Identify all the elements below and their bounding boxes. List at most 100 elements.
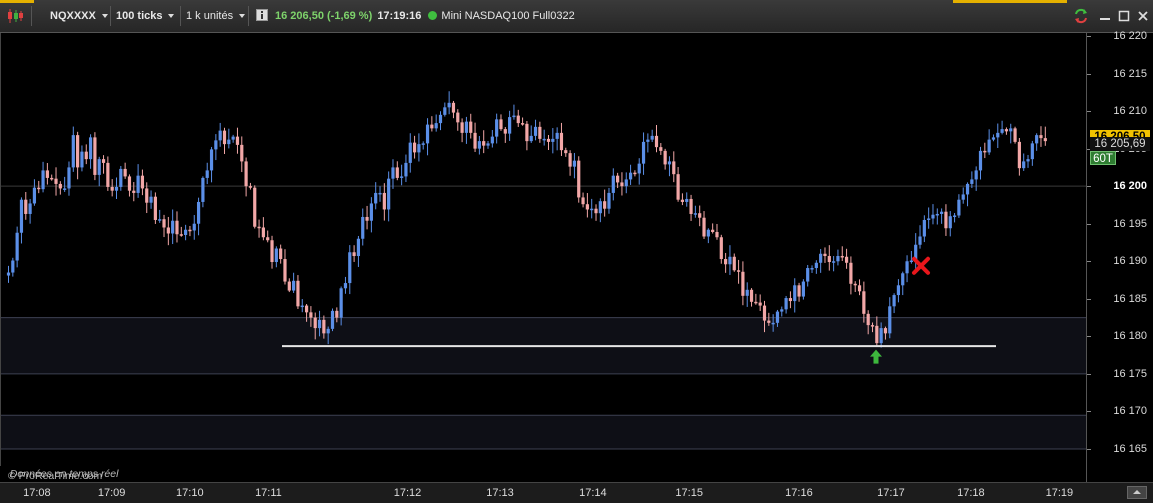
status-dot-icon	[428, 10, 441, 22]
candle-up	[97, 159, 101, 175]
symbol-selector[interactable]: NQXXXX	[50, 6, 108, 26]
time-axis[interactable]: 17:08 17:09 17:10 17:11 17:12 17:13 17:14 17:15…	[0, 482, 1153, 503]
candle-down	[749, 289, 754, 302]
price-chart[interactable]	[0, 33, 1086, 466]
candle-up	[948, 216, 952, 229]
candle-up	[667, 161, 672, 165]
chart-footer: © ProRealTime.com Données en temps réel	[0, 466, 1086, 482]
time-tick-label: 17:16	[785, 487, 813, 499]
candle-down	[1039, 135, 1043, 139]
candle-down	[132, 190, 136, 193]
candle-up	[1000, 129, 1004, 133]
candle-up	[326, 328, 330, 334]
candle-down	[106, 162, 110, 187]
candle-up	[745, 289, 749, 296]
candle-up	[317, 319, 322, 329]
candle-down	[365, 216, 369, 221]
candle-up	[590, 208, 594, 211]
chevron-down-icon	[239, 14, 246, 19]
candle-down	[564, 150, 568, 154]
minimize-icon[interactable]	[1098, 9, 1112, 23]
candle-down	[698, 213, 702, 218]
candle-down	[715, 231, 719, 238]
candle-up	[952, 215, 957, 217]
price-axis[interactable]: 16 22016 21516 21016 20516 20016 19516 1…	[1086, 30, 1153, 466]
candle-down	[849, 262, 853, 284]
candle-up	[149, 196, 153, 203]
candle-down	[54, 178, 58, 184]
candle-up	[6, 272, 11, 276]
candle-up	[637, 163, 641, 174]
toolbar-separator	[248, 6, 249, 26]
info-icon[interactable]	[256, 9, 268, 29]
candle-up	[836, 256, 840, 262]
candle-up	[685, 198, 689, 202]
candle-down	[538, 126, 542, 139]
candle-up	[184, 229, 188, 235]
period-selector[interactable]: 100 ticks	[116, 6, 175, 26]
price-tick-label: 16 220	[1113, 30, 1147, 42]
time-tick-label: 17:08	[23, 487, 51, 499]
candle-up	[879, 328, 883, 344]
candle-up	[15, 232, 19, 261]
candle-up	[551, 138, 555, 142]
candle-up	[119, 168, 123, 187]
candlestick-icon[interactable]	[6, 7, 24, 27]
candle-down	[188, 229, 192, 232]
candle-up	[892, 295, 896, 307]
candle-down	[222, 130, 227, 145]
candle-down	[840, 256, 844, 258]
candlestick-plot[interactable]	[1, 33, 1086, 466]
candle-up	[965, 183, 970, 195]
candle-down	[853, 283, 857, 286]
candle-down	[153, 196, 157, 220]
price-tick-mark	[1087, 186, 1091, 188]
price-tick-label: 16 175	[1113, 367, 1147, 380]
candle-down	[45, 170, 49, 178]
candle-up	[114, 186, 119, 191]
candle-down	[395, 167, 399, 178]
price-tick-label: 16 190	[1113, 255, 1147, 268]
candle-up	[374, 192, 378, 204]
quantity-selector[interactable]: 1 k unités	[186, 6, 246, 26]
price-tick-mark	[1087, 111, 1091, 113]
candle-down	[546, 138, 551, 142]
candle-up	[447, 102, 451, 108]
candle-down	[724, 259, 728, 265]
candle-down	[875, 325, 879, 344]
candle-up	[1022, 161, 1026, 169]
candle-up	[495, 119, 499, 137]
candle-up	[192, 223, 196, 231]
axis-settings-icon[interactable]	[1127, 486, 1147, 499]
candle-down	[58, 183, 62, 189]
candle-up	[780, 309, 784, 312]
candle-up	[572, 160, 577, 167]
candle-up	[909, 260, 913, 263]
candle-up	[832, 261, 836, 263]
toolbar-separator	[180, 6, 181, 26]
price-tick-mark	[1087, 261, 1091, 263]
candle-down	[430, 124, 434, 129]
price-change: (-1,69 %)	[327, 10, 373, 22]
time-tick-label: 17:09	[97, 487, 126, 499]
candle-up	[274, 248, 278, 263]
candle-down	[261, 227, 265, 238]
candle-down	[883, 328, 888, 334]
restore-icon[interactable]	[1117, 9, 1131, 23]
toolbar-separator	[31, 6, 32, 26]
candle-up	[391, 167, 395, 179]
toolbar-separator	[110, 6, 111, 26]
candle-up	[607, 192, 611, 209]
close-icon[interactable]	[1136, 9, 1150, 23]
candle-down	[270, 240, 274, 263]
chart-toolbar: NQXXXX 100 ticks 1 k unités 16 206,50 (-…	[0, 0, 1153, 33]
candle-up	[611, 175, 615, 193]
candle-down	[516, 115, 520, 124]
candle-down	[559, 132, 564, 151]
candle-up	[387, 178, 391, 210]
candle-up	[1030, 143, 1034, 160]
candle-down	[24, 199, 28, 214]
toolbar-accent	[0, 0, 34, 3]
candle-up	[814, 262, 818, 269]
refresh-icon[interactable]	[1073, 8, 1087, 24]
